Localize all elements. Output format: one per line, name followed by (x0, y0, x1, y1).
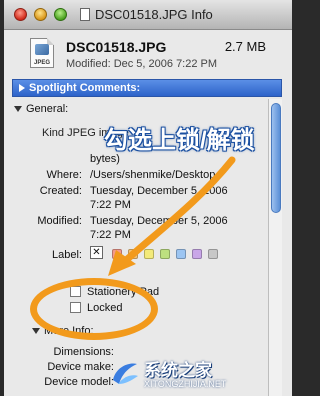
annotation-arrow (108, 156, 236, 276)
watermark-title: 系统之家 (144, 361, 212, 380)
watermark-url: XITONGZHIJIA.NET (144, 379, 227, 389)
annotation-text: 勾选上锁/解锁 (104, 127, 255, 154)
highlight-ellipse (30, 278, 158, 340)
watermark: 系统之家 XITONGZHIJIA.NET (110, 354, 290, 394)
watermark-logo-icon (113, 363, 138, 384)
